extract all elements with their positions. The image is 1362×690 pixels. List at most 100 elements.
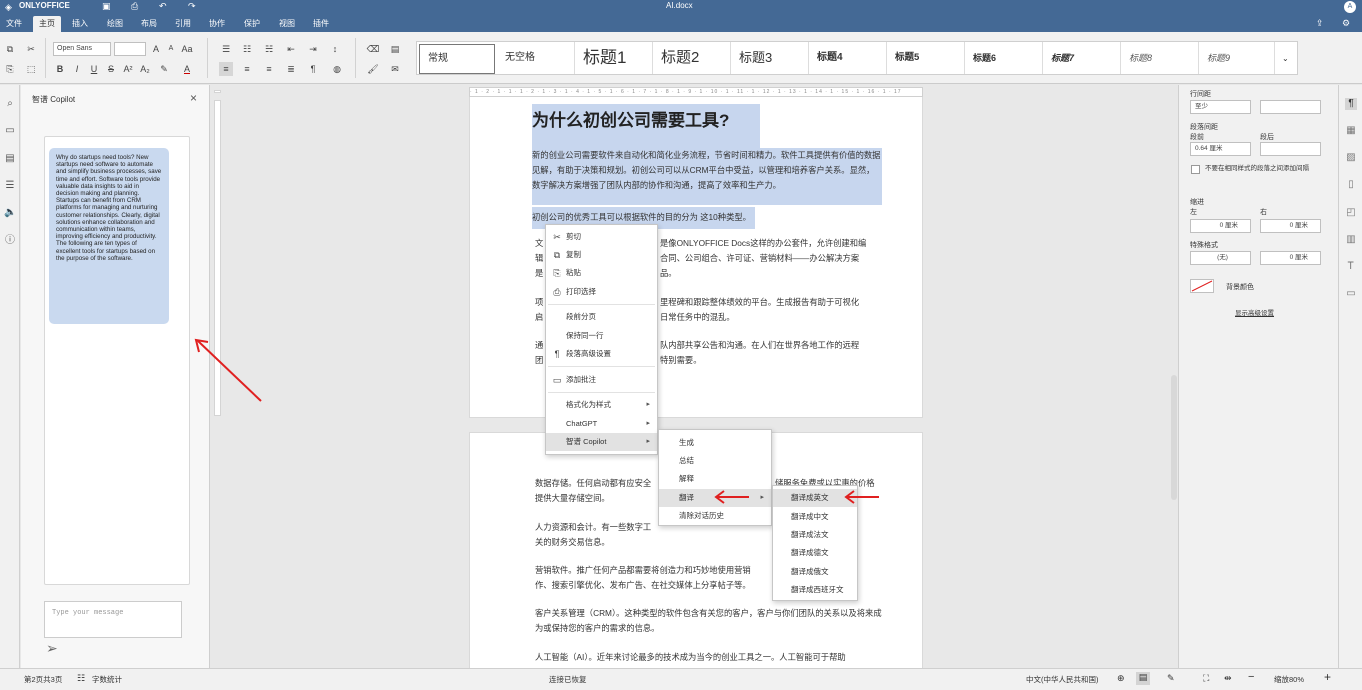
copy-style-icon[interactable]: ▤ [388,42,402,56]
tab-plugins[interactable]: 插件 [307,16,335,32]
user-avatar[interactable]: A [1344,1,1356,13]
style-heading8[interactable]: 标题8 [1121,42,1199,74]
spacing-after-input[interactable] [1260,142,1321,156]
doc-paragraph-1[interactable]: 新的创业公司需要软件来自动化和简化业务流程，节省时间和精力。软件工具提供有价值的… [532,148,882,205]
submenu-explain[interactable]: 解释 [659,470,771,488]
doc-p5-right1[interactable]: 队内部共享公告和沟通。在人们在世界各地工作的远程 [660,338,885,353]
translate-english[interactable]: 翻译成英文 [773,489,857,507]
globe-icon[interactable]: ⊕ [1117,673,1125,684]
tab-draw[interactable]: 绘图 [101,16,129,32]
special-format-select[interactable]: (无) [1190,251,1251,265]
style-heading7[interactable]: 标题7 [1043,42,1121,74]
select-all-icon[interactable]: ⬚ [24,62,38,76]
mail-merge-icon[interactable]: ✉ [388,62,402,76]
menu-item-page-break-before[interactable]: 段前分页 [546,308,657,326]
send-icon[interactable]: ➢ [46,640,58,657]
menu-item-zhipu-copilot[interactable]: 智谱 Copilot ▸ [546,433,657,451]
style-no-spacing[interactable]: 无空格 [497,42,575,74]
chat-icon[interactable]: ▤ [4,153,16,165]
strikethrough-icon[interactable]: S [104,62,118,76]
submenu-summarize[interactable]: 总结 [659,452,771,470]
doc-p8-line1[interactable]: 营销软件。推广任何产品都需要将创造力和巧妙地使用营销 [535,563,771,578]
style-heading9[interactable]: 标题9 [1199,42,1275,74]
menu-item-add-comment[interactable]: ▭ 添加批注 [546,371,657,389]
shading-icon[interactable]: ◍ [330,62,344,76]
chevron-down-icon[interactable]: ⌄ [1282,54,1289,63]
menu-item-format-as-style[interactable]: 格式化为样式 ▸ [546,396,657,414]
dont-add-space-checkbox[interactable] [1191,165,1200,174]
translate-spanish[interactable]: 翻译成西班牙文 [773,581,857,599]
scrollbar-thumb[interactable] [1171,375,1177,500]
review-icon[interactable]: ✎ [1167,673,1175,684]
doc-p7-line1[interactable]: 人力资源和会计。有一些数字工 [535,520,651,535]
info-icon[interactable]: ⓘ [4,235,16,247]
shape-settings-icon[interactable]: ◰ [1345,207,1357,219]
doc-p4-right2[interactable]: 日常任务中的混乱。 [660,310,735,325]
line-spacing-select[interactable]: 至少 [1190,100,1251,114]
undo-icon[interactable]: ↶ [159,1,167,12]
italic-icon[interactable]: I [70,62,84,76]
align-left-icon[interactable]: ≡ [219,62,233,76]
doc-p4-left2[interactable]: 启 [535,310,543,325]
doc-p3-right3[interactable]: 品。 [660,266,677,281]
format-painter-icon[interactable]: 🖌 [366,62,380,76]
form-settings-icon[interactable]: ▭ [1345,288,1357,300]
menu-item-paragraph-settings[interactable]: ¶ 段落高级设置 [546,345,657,363]
tab-home[interactable]: 主页 [33,16,61,32]
doc-paragraph-9[interactable]: 客户关系管理（CRM）。这种类型的软件包含有关您的客户，客户与你们团队的关系以及… [535,606,887,636]
justify-icon[interactable]: ≣ [284,62,298,76]
doc-p5-left1[interactable]: 通 [535,338,543,353]
increase-indent-icon[interactable]: ⇥ [306,42,320,56]
paste-icon[interactable]: ⎘ [3,62,17,76]
style-normal[interactable]: 常规 [419,44,495,74]
numbering-icon[interactable]: ☷ [240,42,254,56]
style-heading1[interactable]: 标题1 [575,42,653,74]
doc-p6-left1[interactable]: 数据存储。任何启动都有应安全 [535,476,651,491]
search-icon[interactable]: ⌕ [4,98,16,110]
save-icon[interactable]: ▣ [102,1,111,12]
change-case-icon[interactable]: Aa [180,42,194,56]
spacing-before-input[interactable]: 0.64 厘米 [1190,142,1251,156]
translate-russian[interactable]: 翻译成俄文 [773,563,857,581]
fit-page-icon[interactable]: ⛶ [1203,673,1209,684]
indent-left-input[interactable]: 0 厘米 [1190,219,1251,233]
tab-references[interactable]: 引用 [169,16,197,32]
zoom-out-icon[interactable]: − [1248,671,1254,683]
navigation-icon[interactable]: ☰ [4,180,16,192]
message-input[interactable]: Type your message [44,601,182,638]
close-icon[interactable]: × [190,91,197,105]
open-location-icon[interactable]: ⇪ [1316,18,1324,29]
tab-file[interactable]: 文件 [0,16,28,32]
menu-item-paste[interactable]: ⎘ 粘贴 [546,264,657,282]
font-shrink-icon[interactable]: A [164,42,178,56]
superscript-icon[interactable]: A² [121,62,135,76]
indent-right-input[interactable]: 0 厘米 [1260,219,1321,233]
comments-icon[interactable]: ▭ [4,125,16,137]
font-size-select[interactable] [114,42,146,56]
doc-p5-right2[interactable]: 特别需要。 [660,353,702,368]
paragraph-settings-icon[interactable]: ¶ [1345,98,1357,110]
submenu-clear-history[interactable]: 清除对话历史 [659,507,771,525]
doc-paragraph-10[interactable]: 人工智能（AI）。近年来讨论最多的技术成为当今的创业工具之一。人工智能可于帮助 [535,650,887,665]
zoom-in-icon[interactable]: + [1324,670,1331,684]
track-changes-icon[interactable]: ▤ [1136,672,1150,685]
style-heading5[interactable]: 标题5 [887,42,965,74]
bullets-icon[interactable]: ☰ [219,42,233,56]
table-settings-icon[interactable]: ▦ [1345,125,1357,137]
doc-p3-left1[interactable]: 文 [535,236,543,251]
style-heading3[interactable]: 标题3 [731,42,809,74]
redo-icon[interactable]: ↷ [188,1,196,12]
doc-p4-left1[interactable]: 项 [535,295,543,310]
document-heading[interactable]: 为什么初创公司需要工具? [532,104,760,148]
underline-icon[interactable]: U [87,62,101,76]
speaker-icon[interactable]: 🔈 [4,207,16,219]
menu-item-cut[interactable]: ✂ 剪切 [546,228,657,246]
doc-p3-left3[interactable]: 是 [535,266,543,281]
menu-item-copy[interactable]: ⧉ 复制 [546,246,657,264]
translate-chinese[interactable]: 翻译成中文 [773,508,857,526]
subscript-icon[interactable]: A₂ [138,62,152,76]
style-heading6[interactable]: 标题6 [965,42,1043,74]
decrease-indent-icon[interactable]: ⇤ [284,42,298,56]
clear-style-icon[interactable]: ⌫ [366,42,380,56]
style-heading4[interactable]: 标题4 [809,42,887,74]
